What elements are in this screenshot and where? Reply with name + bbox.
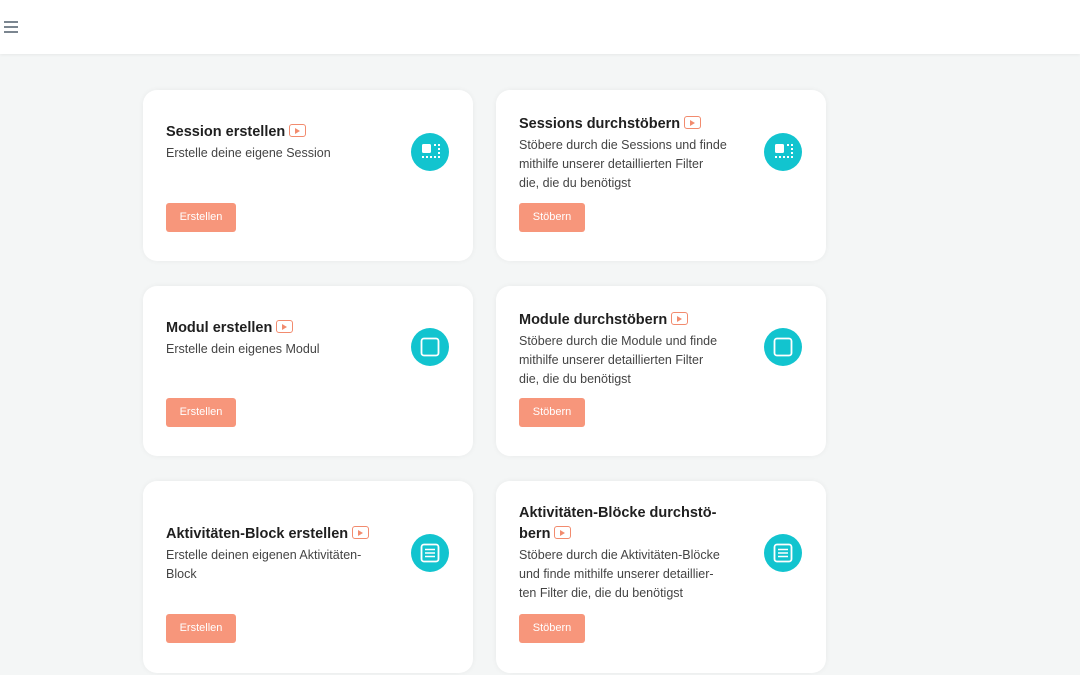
- card-description: Erstelle deinen eigenen Aktivitäten- Blo…: [166, 548, 362, 581]
- activity-block-icon: [411, 534, 449, 572]
- card-description: Erstelle deine eigene Session: [166, 146, 331, 160]
- card-description: Stöbere durch die Aktivitäten-Blöcke und…: [519, 548, 720, 600]
- hamburger-menu-icon[interactable]: [4, 19, 19, 33]
- session-icon: [764, 133, 802, 171]
- module-icon: [764, 328, 802, 366]
- card-description: Stöbere durch die Module und finde mithi…: [519, 334, 718, 386]
- card-create-session: Session erstellen Erstelle deine eigene …: [143, 90, 473, 261]
- card-title: Aktivitäten-Block erstellen: [166, 524, 396, 545]
- card-browse-sessions: Sessions durchstöbern Stöbere durch die …: [496, 90, 826, 261]
- card-description: Stöbere durch die Sessions und finde mit…: [519, 138, 727, 190]
- create-module-button[interactable]: Erstellen: [166, 398, 236, 427]
- card-title: Module durchstöbern: [519, 310, 744, 331]
- play-video-icon[interactable]: [276, 320, 294, 333]
- activity-block-icon: [764, 534, 802, 572]
- play-video-icon[interactable]: [352, 526, 370, 539]
- browse-activity-blocks-button[interactable]: Stöbern: [519, 614, 585, 643]
- play-video-icon[interactable]: [671, 312, 689, 325]
- browse-modules-button[interactable]: Stöbern: [519, 398, 585, 427]
- browse-sessions-button[interactable]: Stöbern: [519, 203, 585, 232]
- play-video-icon[interactable]: [289, 124, 307, 137]
- card-description: Erstelle dein eigenes Modul: [166, 342, 320, 356]
- play-video-icon[interactable]: [554, 526, 572, 539]
- create-session-button[interactable]: Erstellen: [166, 203, 236, 232]
- card-browse-activity-blocks: Aktivitäten-Blöcke durchstö- bern Stöber…: [496, 481, 826, 673]
- card-create-activity-block: Aktivitäten-Block erstellen Erstelle dei…: [143, 481, 473, 673]
- card-title: Modul erstellen: [166, 318, 391, 339]
- card-create-module: Modul erstellen Erstelle dein eigenes Mo…: [143, 286, 473, 456]
- card-title: Session erstellen: [166, 122, 391, 143]
- session-icon: [411, 133, 449, 171]
- card-browse-modules: Module durchstöbern Stöbere durch die Mo…: [496, 286, 826, 456]
- play-video-icon[interactable]: [684, 116, 702, 129]
- create-activity-block-button[interactable]: Erstellen: [166, 614, 236, 643]
- card-title: Aktivitäten-Blöcke durchstö- bern: [519, 505, 717, 542]
- top-bar: [0, 0, 1080, 54]
- card-title: Sessions durchstöbern: [519, 114, 744, 135]
- module-icon: [411, 328, 449, 366]
